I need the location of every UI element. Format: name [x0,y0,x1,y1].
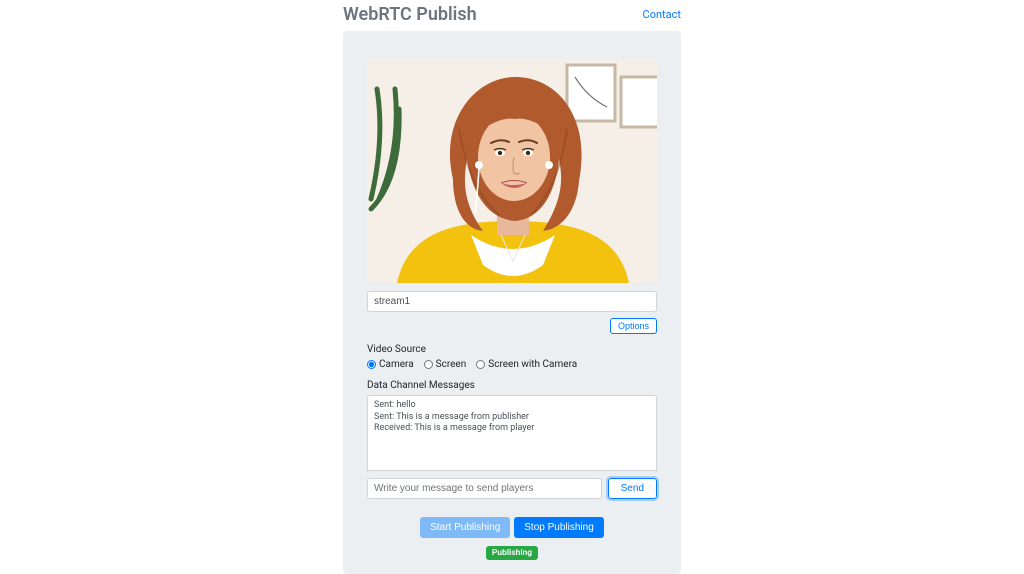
send-button[interactable]: Send [608,478,657,499]
publish-panel: Options Video Source Camera Screen Scree… [343,31,681,574]
data-channel-label: Data Channel Messages [367,380,657,391]
message-input[interactable] [367,478,602,499]
radio-screen-input[interactable] [424,360,433,369]
radio-screen-label: Screen [436,359,467,370]
status-badge: Publishing [486,546,538,560]
video-preview [367,59,657,283]
stop-publishing-button[interactable]: Stop Publishing [514,517,604,538]
contact-link[interactable]: Contact [643,8,681,21]
stream-id-input[interactable] [367,291,657,312]
radio-camera[interactable]: Camera [367,359,414,370]
options-button[interactable]: Options [610,318,657,334]
video-source-radios: Camera Screen Screen with Camera [367,359,657,370]
radio-screen-camera[interactable]: Screen with Camera [476,359,577,370]
messages-log[interactable] [367,395,657,471]
page-title: WebRTC Publish [343,4,477,25]
video-source-label: Video Source [367,344,657,355]
radio-screen-camera-label: Screen with Camera [488,359,577,370]
radio-screen-camera-input[interactable] [476,360,485,369]
radio-screen[interactable]: Screen [424,359,467,370]
radio-camera-input[interactable] [367,360,376,369]
radio-camera-label: Camera [379,359,414,370]
start-publishing-button[interactable]: Start Publishing [420,517,510,538]
